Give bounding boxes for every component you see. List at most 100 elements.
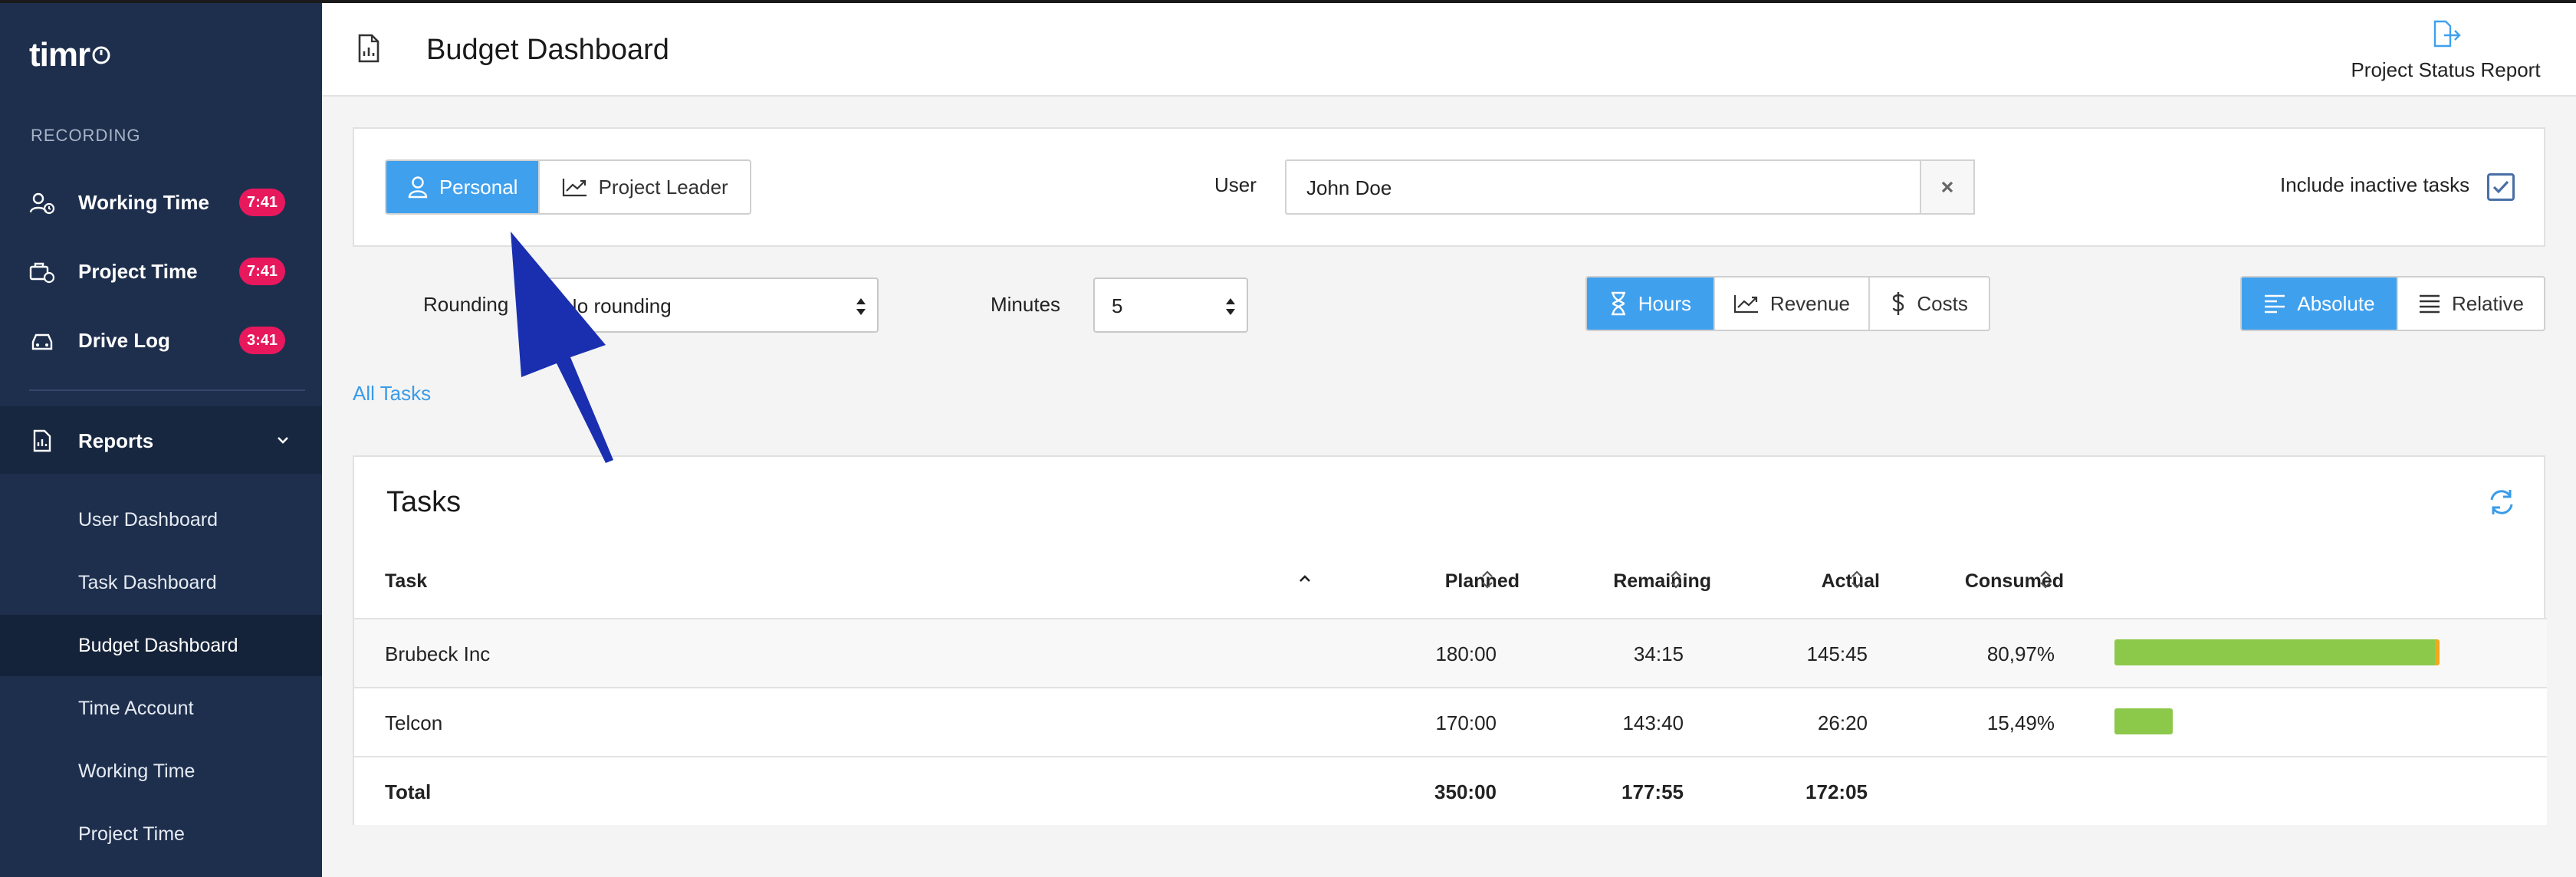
hours-label: Hours (1638, 291, 1692, 315)
column-header-remaining[interactable]: Remaining (1558, 570, 1711, 593)
total-label: Total (385, 780, 432, 803)
user-label: User (1214, 173, 1257, 196)
logo-text: timr (29, 36, 90, 74)
consumed-progress-bar (2114, 639, 2440, 665)
mode-toggle: Absolute Relative (2240, 276, 2545, 331)
project-leader-button[interactable]: Project Leader (540, 161, 750, 213)
actual-value: 26:20 (1817, 711, 1868, 734)
sidebar-item-project-time[interactable]: Project Time 7:41 (0, 241, 322, 302)
sidebar-subitem-label: Budget Dashboard (78, 635, 238, 656)
total-remaining: 177:55 (1622, 780, 1684, 803)
sidebar-subitem-budget-dashboard[interactable]: Budget Dashboard (0, 615, 322, 676)
sidebar-subitem-project-time[interactable]: Project Time (0, 803, 322, 865)
sort-icon[interactable] (1849, 567, 1865, 592)
task-name: Telcon (385, 711, 443, 734)
hourglass-icon (1611, 291, 1625, 316)
measure-toggle: Hours Revenue Costs (1585, 276, 1990, 331)
personal-label: Personal (439, 175, 518, 199)
personal-button[interactable]: Personal (386, 161, 540, 213)
sort-icon[interactable] (1480, 567, 1495, 592)
sidebar-subitem-time-account[interactable]: Time Account (0, 678, 322, 739)
actual-value: 145:45 (1806, 642, 1868, 665)
section-label-recording: RECORDING (31, 126, 141, 145)
table-row[interactable]: Telcon 170:00 143:40 26:20 15,49% (354, 687, 2547, 756)
revenue-label: Revenue (1769, 291, 1850, 315)
include-inactive-checkbox[interactable] (2487, 173, 2515, 201)
sidebar-subitem-label: Time Account (78, 698, 194, 719)
sidebar-subitem-working-time[interactable]: Working Time (0, 741, 322, 802)
user-field[interactable]: John Doe (1285, 159, 1921, 215)
sidebar-subitem-label: Working Time (78, 760, 196, 782)
hours-button[interactable]: Hours (1587, 278, 1715, 330)
dollar-icon (1893, 292, 1904, 315)
minutes-label: Minutes (991, 293, 1061, 316)
timer-badge: 3:41 (239, 327, 286, 354)
timer-badge: 7:41 (239, 258, 286, 285)
relative-button[interactable]: Relative (2398, 278, 2544, 330)
sidebar-subitem-task-dashboard[interactable]: Task Dashboard (0, 552, 322, 613)
sidebar-subitem-label: Project Time (78, 823, 185, 845)
top-border (0, 0, 2576, 3)
align-left-icon (2265, 294, 2285, 314)
user-clock-icon (29, 192, 55, 215)
user-value: John Doe (1306, 176, 1392, 199)
chevron-down-icon (278, 437, 288, 444)
column-header-task[interactable]: Task (385, 570, 427, 593)
consumed-value: 15,49% (1986, 711, 2055, 734)
consumed-progress-bar (2114, 708, 2173, 734)
absolute-label: Absolute (2297, 291, 2375, 315)
costs-label: Costs (1917, 291, 1968, 315)
page-header: Budget Dashboard Project Status Report (322, 3, 2576, 97)
sidebar-item-drive-log[interactable]: Drive Log 3:41 (0, 310, 322, 371)
remaining-value: 34:15 (1633, 642, 1684, 665)
sidebar: timr RECORDING Working Time 7:41 Project… (0, 0, 322, 877)
refresh-icon[interactable] (2487, 488, 2516, 517)
absolute-button[interactable]: Absolute (2242, 278, 2398, 330)
user-icon (408, 176, 428, 199)
sidebar-item-reports[interactable]: Reports (0, 406, 322, 474)
planned-value: 170:00 (1435, 711, 1497, 734)
total-actual: 172:05 (1806, 780, 1868, 803)
car-icon (31, 333, 53, 350)
timer-badge: 7:41 (239, 189, 286, 216)
briefcase-clock-icon (29, 262, 55, 284)
sidebar-divider (29, 389, 305, 391)
sort-ascending-icon[interactable] (1297, 567, 1313, 592)
relative-label: Relative (2452, 291, 2524, 315)
task-name: Brubeck Inc (385, 642, 491, 665)
sort-icon[interactable] (2038, 567, 2053, 592)
trend-chart-icon (1733, 295, 1758, 314)
sidebar-item-label: Project Time (78, 259, 198, 283)
sidebar-item-working-time[interactable]: Working Time 7:41 (0, 172, 322, 233)
include-inactive-label: Include inactive tasks (2280, 173, 2470, 196)
logo[interactable]: timr (29, 31, 111, 80)
report-document-icon (358, 34, 380, 63)
report-document-icon (33, 429, 51, 452)
column-header-planned[interactable]: Planned (1389, 570, 1520, 593)
sort-icon[interactable] (1668, 567, 1684, 592)
filter-card: Personal Project Leader User John Doe In… (353, 127, 2545, 247)
select-arrows-icon (856, 298, 866, 315)
table-row[interactable]: Brubeck Inc 180:00 34:15 145:45 80,97% (354, 618, 2547, 687)
logo-clock-icon (92, 46, 110, 64)
sidebar-subitem-label: Task Dashboard (78, 572, 217, 593)
view-toggle: Personal Project Leader (385, 159, 751, 215)
project-status-report-button[interactable]: Project Status Report (2338, 14, 2553, 90)
check-icon (2492, 180, 2509, 194)
table-total-row: Total 350:00 177:55 172:05 (354, 756, 2547, 825)
align-justify-icon (2420, 294, 2440, 314)
breadcrumb-all-tasks[interactable]: All Tasks (353, 382, 431, 406)
close-icon (1941, 181, 1953, 193)
clear-user-button[interactable] (1920, 159, 1975, 215)
annotation-arrow (511, 232, 613, 463)
sidebar-item-label: Reports (78, 429, 154, 452)
consumed-value: 80,97% (1986, 642, 2055, 665)
minutes-select[interactable]: 5 (1093, 278, 1248, 333)
tasks-card: Tasks Task Planned Remaining Actual Cons… (353, 455, 2547, 825)
costs-button[interactable]: Costs (1870, 278, 1989, 330)
project-status-report-label: Project Status Report (2351, 58, 2541, 81)
revenue-button[interactable]: Revenue (1715, 278, 1871, 330)
sidebar-subitem-user-dashboard[interactable]: User Dashboard (0, 489, 322, 550)
total-planned: 350:00 (1434, 780, 1497, 803)
remaining-value: 143:40 (1622, 711, 1684, 734)
